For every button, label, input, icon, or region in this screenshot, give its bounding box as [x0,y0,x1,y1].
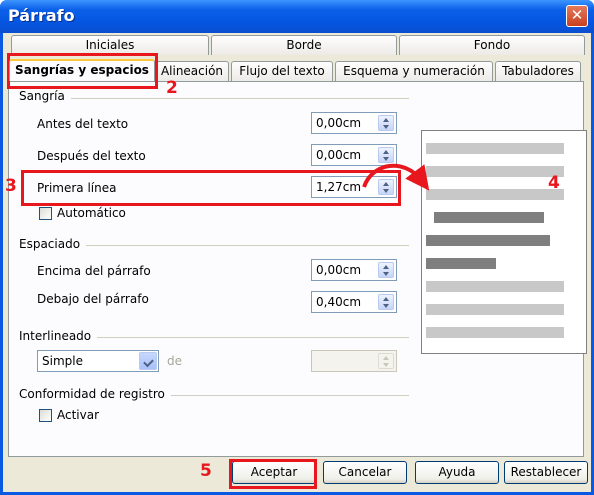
interlineado-select[interactable]: Simple [37,350,159,372]
label-encima-del-parrafo: Encima del párrafo [37,264,151,278]
tab-sangrias-y-espacios[interactable]: Sangrías y espacios [9,59,155,81]
preview-line [426,281,564,292]
cancelar-button[interactable]: Cancelar [323,461,407,484]
paragraph-preview [421,130,587,354]
label-antes-del-texto: Antes del texto [37,117,129,131]
annotation-number: 3 [5,176,17,196]
annotation-number: 2 [166,78,178,98]
preview-line [426,189,564,200]
annotation-number: 4 [548,173,560,193]
encima-del-parrafo-value: 0,00cm [316,263,362,277]
preview-line [426,166,564,177]
dialog-window: Párrafo ✕ Iniciales Borde Fondo Sangrías… [0,0,594,495]
encima-del-parrafo-spinner[interactable]: 0,00cm [311,259,397,281]
spin-arrows-icon[interactable] [378,262,394,278]
activar-checkbox[interactable] [39,409,52,422]
tab-flujo-del-texto[interactable]: Flujo del texto [231,61,333,81]
tab-esquema-y-numeracion[interactable]: Esquema y numeración [335,61,493,81]
despues-del-texto-value: 0,00cm [316,148,362,162]
dialog-body: Iniciales Borde Fondo Sangrías y espacio… [3,33,591,492]
label-despues-del-texto: Después del texto [37,149,146,163]
tab-borde[interactable]: Borde [211,35,397,55]
annotation-box-primera-linea [21,170,401,206]
automatico-checkbox[interactable] [39,207,52,220]
interlineado-selected: Simple [42,354,83,368]
spin-arrows-icon[interactable] [378,115,394,131]
group-label-interlineado: Interlineado [19,329,98,343]
chevron-down-icon[interactable] [139,352,157,370]
tab-fondo[interactable]: Fondo [399,35,585,55]
window-title: Párrafo [8,6,75,25]
annotation-number: 5 [200,461,212,481]
ayuda-button[interactable]: Ayuda [415,461,499,484]
preview-line-current [426,235,550,246]
debajo-del-parrafo-value: 0,40cm [316,295,362,309]
spin-arrows-icon [378,353,394,369]
preview-line-current [434,212,544,223]
preview-line [426,327,564,338]
group-label-conformidad: Conformidad de registro [19,387,171,401]
label-de: de [167,354,182,368]
group-divider [19,98,409,99]
label-automatico: Automático [57,206,126,220]
preview-line [426,304,564,315]
restablecer-button[interactable]: Restablecer [504,461,588,484]
tab-tabuladores[interactable]: Tabuladores [495,61,581,81]
close-button[interactable]: ✕ [566,5,588,27]
preview-line-current [426,258,496,269]
annotation-arrow-icon [362,163,430,191]
interlineado-de-spinner[interactable] [311,350,397,372]
antes-del-texto-spinner[interactable]: 0,00cm [311,112,397,134]
antes-del-texto-value: 0,00cm [316,116,362,130]
debajo-del-parrafo-spinner[interactable]: 0,40cm [311,291,397,313]
tab-iniciales[interactable]: Iniciales [11,35,209,55]
group-label-sangria: Sangría [19,89,71,103]
close-icon: ✕ [570,6,584,24]
title-bar[interactable]: Párrafo ✕ [0,0,594,33]
group-label-espaciado: Espaciado [19,237,87,251]
spin-arrows-icon[interactable] [378,294,394,310]
annotation-box-aceptar [229,459,317,489]
preview-line [426,143,564,154]
label-debajo-del-parrafo: Debajo del párrafo [37,292,149,306]
label-activar: Activar [57,408,100,422]
